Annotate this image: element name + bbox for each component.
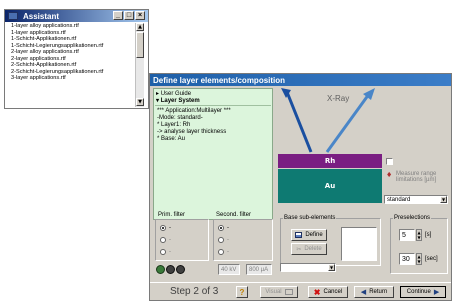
footer-bar: Step 2 of 3 ? Visual ✖ Cancel ◀ Return C… (150, 282, 451, 300)
continue-button[interactable]: Continue ▶ (400, 286, 446, 298)
list-item[interactable]: 2-layer alloy applications.rtf (11, 49, 79, 55)
preselection-spinner-1[interactable]: ▲ ▼ (416, 229, 422, 241)
measure-range-checkbox[interactable] (386, 158, 393, 165)
info-line: *** Application:Multilayer *** (157, 108, 231, 114)
define-layer-dialog: Define layer elements/composition ▸ User… (149, 73, 452, 301)
list-item[interactable]: 2-Schicht-Applikationen.rtf (11, 62, 76, 68)
second-filter-group: - - - (213, 219, 273, 261)
list-item[interactable]: 3-layer applications.rtf (11, 75, 66, 81)
info-line: * Base: Au (157, 136, 186, 142)
preselection-input-2[interactable]: 30 (399, 253, 415, 265)
cancel-button[interactable]: ✖ Cancel (308, 286, 348, 298)
prim-filter-radio-2[interactable] (160, 237, 166, 243)
visual-button[interactable]: Visual (260, 286, 298, 298)
list-item[interactable]: 1-layer alloy applications.rtf (11, 23, 79, 29)
base-sub-elements-group: Base sub-elements Define ✂ Delete (280, 215, 381, 266)
assistant-window: Assistant _ □ × 1-layer alloy applicatio… (4, 9, 149, 109)
help-button[interactable]: ? (236, 286, 248, 298)
sub-element-select[interactable]: ▼ (280, 263, 336, 272)
prim-filter-label: Prim. filter (158, 212, 185, 218)
info-line: -> analyse layer thickness (157, 129, 227, 135)
cancel-icon: ✖ (313, 287, 321, 297)
dialog-titlebar[interactable]: Define layer elements/composition (150, 74, 451, 86)
kv-field: 40 kV (218, 264, 240, 275)
tree-item-layer-system[interactable]: ▾ Layer System (156, 97, 200, 104)
preselections-label: Preselections (393, 215, 432, 221)
sub-elements-list[interactable] (341, 227, 377, 261)
layer-rh[interactable]: Rh (278, 154, 382, 168)
ua-field: 800 µA (246, 264, 272, 275)
back-arrow-icon: ◀ (360, 289, 367, 296)
list-item[interactable]: 2-Schicht-Legierungsapplikationen.rtf (11, 69, 103, 75)
preselection-input-1[interactable]: 5 (399, 229, 415, 241)
delete-button[interactable]: ✂ Delete (291, 243, 327, 255)
minimize-button[interactable]: _ (113, 11, 123, 20)
prim-filter-radio-1[interactable] (160, 225, 166, 231)
return-button[interactable]: ◀ Return (354, 286, 394, 298)
second-filter-radio-2[interactable] (218, 237, 224, 243)
base-sub-elements-label: Base sub-elements (283, 215, 337, 221)
info-line: * Layer1: Rh (157, 122, 191, 128)
layer-base-au[interactable]: Au (278, 169, 382, 203)
measure-range-label: Measure range limitations [µm] (396, 171, 437, 183)
step-indicator: Step 2 of 3 (170, 286, 219, 297)
xray-label: X-Ray (327, 94, 350, 103)
dialog-title: Define layer elements/composition (153, 76, 286, 85)
layer-rh-label: Rh (324, 157, 336, 165)
measure-range-icon: ♦ (386, 171, 393, 179)
second-filter-radio-1[interactable] (218, 225, 224, 231)
delete-icon: ✂ (296, 246, 302, 253)
forward-arrow-icon: ▶ (433, 289, 440, 296)
status-lights-icon (156, 265, 188, 274)
tree-panel: ▸ User Guide ▾ Layer System *** Applicat… (153, 88, 273, 220)
chevron-down-icon[interactable]: ▼ (328, 264, 335, 271)
scroll-down-icon[interactable]: ▼ (136, 98, 144, 106)
list-item[interactable]: 1-layer applications.rtf (11, 30, 66, 36)
second-filter-radio-3[interactable] (218, 249, 224, 255)
close-button[interactable]: × (135, 11, 145, 20)
info-line: -Mode: standard- (157, 115, 203, 121)
scroll-up-icon[interactable]: ▲ (136, 23, 144, 31)
assistant-title: Assistant (23, 12, 60, 21)
list-item[interactable]: 1-Schicht-Applikationen.rtf (11, 36, 76, 42)
prim-filter-radio-3[interactable] (160, 249, 166, 255)
table-icon (295, 232, 303, 238)
info-text: *** Application:Multilayer *** -Mode: st… (155, 105, 271, 219)
xray-incident-arrow (285, 91, 313, 153)
preselection-spinner-2[interactable]: ▲ ▼ (416, 253, 422, 265)
assistant-app-icon (8, 12, 18, 20)
vertical-scrollbar[interactable]: ▲ ▼ (135, 23, 144, 107)
file-list[interactable]: 1-layer alloy applications.rtf 1-layer a… (11, 23, 135, 105)
list-item[interactable]: 2-layer applications.rtf (11, 56, 66, 62)
second-filter-label: Second. filter (216, 212, 252, 218)
preselections-group: Preselections 5 ▲ ▼ [s] 30 ▲ ▼ [sec] (390, 215, 448, 274)
preselection-unit-1: [s] (425, 232, 432, 238)
scroll-thumb[interactable] (136, 32, 144, 58)
list-item[interactable]: 1-Schicht-Legierungsapplikationen.rtf (11, 43, 103, 49)
define-button[interactable]: Define (291, 229, 327, 241)
standard-select[interactable]: standard ▼ (384, 195, 448, 204)
maximize-button[interactable]: □ (124, 11, 134, 20)
chevron-down-icon[interactable]: ▼ (440, 196, 447, 203)
tree-item-user-guide[interactable]: ▸ User Guide (156, 90, 191, 97)
preselection-unit-2: [sec] (425, 256, 438, 262)
prim-filter-group: - - - (155, 219, 209, 261)
layer-au-label: Au (324, 182, 336, 190)
chart-icon (284, 289, 293, 295)
